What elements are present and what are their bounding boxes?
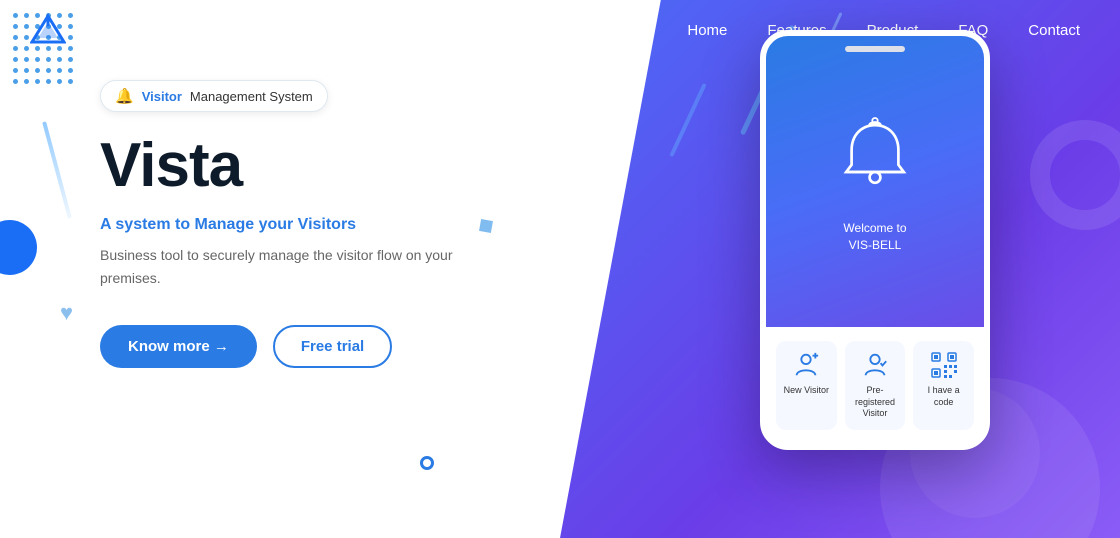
code-icon — [930, 351, 958, 379]
phone-option-code[interactable]: I have a code — [913, 341, 974, 430]
phone-bell-icon — [830, 109, 920, 204]
free-trial-button[interactable]: Free trial — [273, 325, 392, 368]
phone-notch — [845, 46, 905, 52]
phone-screen: Welcome to VIS-BELL New Visitor — [766, 36, 984, 444]
nav-contact[interactable]: Contact — [1028, 22, 1080, 39]
heart-decoration: ♥ — [60, 300, 73, 326]
phone-options: New Visitor Pre-registered Visitor — [766, 327, 984, 444]
badge-rest-text: Management System — [190, 89, 313, 104]
hero-subtitle: A system to Manage your Visitors — [100, 216, 460, 234]
hero-section: 🔔 Visitor Management System Vista A syst… — [100, 80, 460, 368]
know-more-button[interactable]: Know more → — [100, 325, 257, 368]
hero-buttons: Know more → Free trial — [100, 325, 460, 368]
left-circle-decoration — [0, 220, 37, 275]
phone-mockup-container: Welcome to VIS-BELL New Visitor — [760, 30, 1000, 450]
phone-header-area: Welcome to VIS-BELL — [766, 36, 984, 327]
nav-home[interactable]: Home — [687, 22, 727, 39]
hero-description: Business tool to securely manage the vis… — [100, 244, 460, 289]
preregistered-visitor-icon — [861, 351, 889, 379]
circle-dot-decoration — [420, 456, 434, 470]
square-decoration — [479, 219, 493, 233]
option2-label: Pre-registered Visitor — [851, 385, 900, 420]
new-visitor-icon — [792, 351, 820, 379]
hero-title: Vista — [100, 132, 460, 200]
option1-label: New Visitor — [784, 385, 829, 397]
left-line-decoration — [42, 121, 72, 219]
logo[interactable] — [30, 12, 66, 48]
hero-badge: 🔔 Visitor Management System — [100, 80, 328, 112]
phone-mockup: Welcome to VIS-BELL New Visitor — [760, 30, 990, 450]
phone-option-preregistered[interactable]: Pre-registered Visitor — [845, 341, 906, 430]
badge-highlight-text: Visitor — [142, 89, 182, 104]
phone-welcome-text: Welcome to VIS-BELL — [843, 220, 906, 254]
phone-option-new-visitor[interactable]: New Visitor — [776, 341, 837, 430]
bell-icon: 🔔 — [115, 87, 134, 105]
option3-label: I have a code — [919, 385, 968, 408]
logo-icon — [30, 12, 66, 48]
